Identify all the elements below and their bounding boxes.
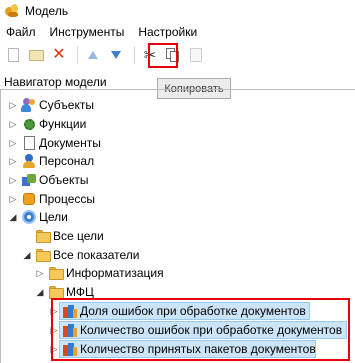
tree-item-label: Субъекты (39, 98, 94, 112)
new-button[interactable] (3, 45, 23, 65)
menu-settings[interactable]: Настройки (132, 25, 201, 39)
toolbar-separator (134, 46, 135, 64)
open-button[interactable] (26, 45, 46, 65)
expand-arrow-icon[interactable]: ▷ (8, 194, 18, 205)
collapse-arrow-icon[interactable]: ◢ (22, 250, 32, 261)
toolbar-separator (77, 46, 78, 64)
tree-item-goals[interactable]: ◢ Цели (8, 208, 68, 226)
selected-items-highlight (51, 298, 350, 361)
tree-item-documents[interactable]: ▷ Документы (8, 134, 101, 152)
menu-tools[interactable]: Инструменты (44, 25, 129, 39)
folder-icon (35, 228, 51, 244)
move-up-icon (88, 51, 98, 59)
process-icon (21, 191, 37, 207)
menu-bar: Файл Инструменты Настройки (0, 22, 355, 41)
tree-item-label: МФЦ (66, 285, 94, 299)
folder-icon (48, 265, 64, 281)
collapse-arrow-icon[interactable]: ◢ (35, 287, 45, 298)
move-down-icon (111, 51, 121, 59)
menu-file[interactable]: Файл (0, 25, 40, 39)
tree-item-label: Все показатели (53, 248, 140, 262)
tree-item-label: Персонал (39, 154, 95, 168)
window-title: Модель (25, 4, 69, 18)
expand-arrow-icon[interactable]: ▷ (35, 268, 45, 279)
move-up-button[interactable] (83, 45, 103, 65)
tree-item-all-goals[interactable]: Все цели (35, 227, 104, 245)
app-leaf-icon (3, 3, 20, 19)
goal-icon (21, 209, 37, 225)
objects-icon (21, 172, 37, 188)
copy-button-highlight (148, 43, 178, 68)
gear-icon (21, 116, 37, 132)
tree-item-label: Информатизация (66, 266, 164, 280)
expand-arrow-icon[interactable]: ▷ (8, 100, 18, 111)
tree-item-label: Все цели (53, 229, 104, 243)
paste-icon (190, 48, 202, 62)
tree-item-label: Функции (39, 117, 87, 131)
tree-item-processes[interactable]: ▷ Процессы (8, 190, 95, 208)
tree-item-objects[interactable]: ▷ Объекты (8, 171, 89, 189)
tree-item-label: Объекты (39, 173, 89, 187)
tree-item-label: Цели (39, 210, 68, 224)
paste-button[interactable] (186, 45, 206, 65)
tree-item-label: Документы (39, 136, 101, 150)
tree-item-subjects[interactable]: ▷ Субъекты (8, 96, 94, 114)
delete-icon: ✕ (52, 46, 66, 63)
expand-arrow-icon[interactable]: ▷ (8, 175, 18, 186)
folder-icon (35, 247, 51, 263)
navigator-header: Навигатор модели (4, 75, 107, 89)
expand-arrow-icon[interactable]: ▷ (8, 119, 18, 130)
expand-arrow-icon[interactable]: ▷ (8, 156, 18, 167)
title-bar: Модель (0, 0, 355, 22)
expand-arrow-icon[interactable]: ▷ (8, 138, 18, 149)
people-icon (21, 97, 37, 113)
tree-item-personnel[interactable]: ▷ Персонал (8, 152, 94, 170)
document-icon (21, 135, 37, 151)
tree-item-label: Процессы (39, 192, 96, 206)
tree-item-functions[interactable]: ▷ Функции (8, 115, 87, 133)
collapse-arrow-icon[interactable]: ◢ (8, 212, 18, 223)
open-folder-icon (28, 49, 44, 61)
tree-item-informatization[interactable]: ▷ Информатизация (35, 264, 164, 282)
tree-item-all-indicators[interactable]: ◢ Все показатели (22, 246, 140, 264)
delete-button[interactable]: ✕ (49, 45, 69, 65)
new-icon (7, 48, 19, 62)
person-icon (21, 153, 37, 169)
move-down-button[interactable] (106, 45, 126, 65)
